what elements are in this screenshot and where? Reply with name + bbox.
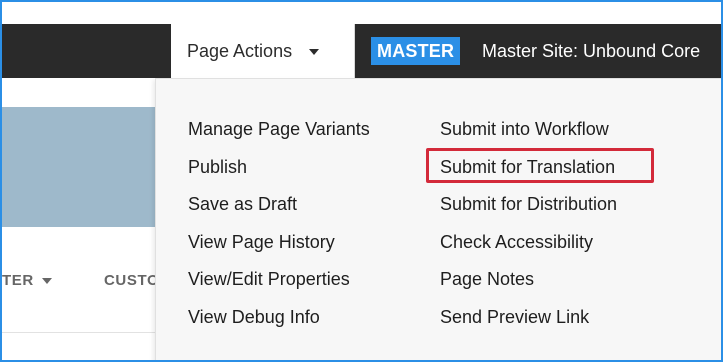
menu-column-left: Manage Page Variants Publish Save as Dra…: [188, 118, 370, 343]
menu-item-manage-page-variants[interactable]: Manage Page Variants: [188, 118, 370, 156]
master-badge: MASTER: [371, 37, 461, 65]
highlight-box: [426, 148, 654, 183]
chevron-down-icon: [41, 278, 52, 285]
divider: [2, 332, 157, 333]
screenshot-frame: Page Actions MASTER Master Site: Unbound…: [0, 0, 723, 362]
page-banner: [2, 107, 157, 227]
nav-cust-item[interactable]: CUSTO: [104, 272, 155, 289]
menu-item-submit-for-distribution[interactable]: Submit for Distribution: [440, 193, 617, 231]
menu-item-view-debug-info[interactable]: View Debug Info: [188, 306, 370, 344]
menu-item-publish[interactable]: Publish: [188, 156, 370, 194]
nav-filter-item[interactable]: TER: [2, 272, 52, 289]
menu-item-save-as-draft[interactable]: Save as Draft: [188, 193, 370, 231]
menu-item-view-edit-properties[interactable]: View/Edit Properties: [188, 268, 370, 306]
nav-filter-label: TER: [2, 272, 34, 289]
chevron-down-icon: [309, 49, 320, 55]
page-actions-label: Page Actions: [187, 40, 293, 61]
menu-item-send-preview-link[interactable]: Send Preview Link: [440, 306, 617, 344]
page-actions-button[interactable]: Page Actions: [171, 24, 355, 78]
menu-item-view-page-history[interactable]: View Page History: [188, 231, 370, 269]
menu-item-check-accessibility[interactable]: Check Accessibility: [440, 231, 617, 269]
menu-item-page-notes[interactable]: Page Notes: [440, 268, 617, 306]
site-name: Master Site: Unbound Core: [482, 41, 701, 61]
